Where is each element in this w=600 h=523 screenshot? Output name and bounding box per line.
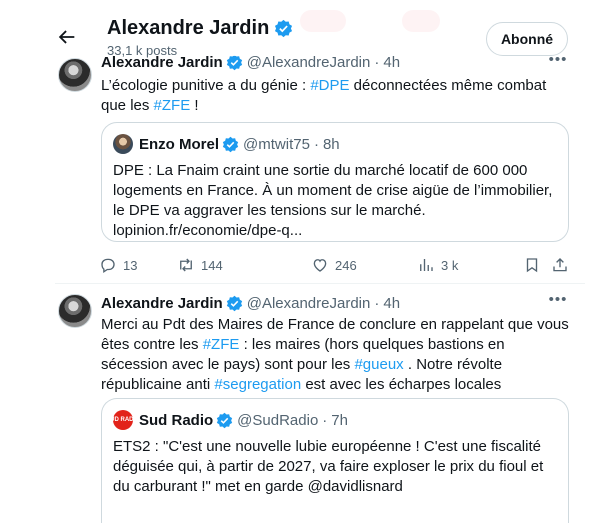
tweet-header: Alexandre Jardin @AlexandreJardin · 4h	[101, 293, 400, 313]
reply-button[interactable]: 13	[99, 255, 137, 275]
separator-dot: ·	[313, 135, 319, 153]
verified-badge-icon	[275, 19, 293, 38]
text-segment: !	[190, 97, 199, 114]
header-decoration	[300, 10, 346, 32]
avatar	[113, 134, 133, 154]
author-handle[interactable]: @AlexandreJardin	[247, 54, 371, 71]
verified-badge-icon	[226, 54, 242, 70]
quote-author-name: Enzo Morel	[139, 135, 220, 153]
bookmark-button[interactable]	[523, 255, 541, 275]
quote-timestamp: 8h	[322, 135, 340, 153]
author-name[interactable]: Alexandre Jardin	[101, 295, 223, 312]
hashtag-link[interactable]: #segregation	[214, 376, 301, 393]
quote-author-handle: @SudRadio	[237, 411, 319, 429]
avatar[interactable]	[58, 294, 92, 328]
reply-icon	[101, 258, 115, 274]
tweet-text: Merci au Pdt des Maires de France de con…	[101, 315, 571, 395]
tweet-text: L’écologie punitive a du génie : #DPE dé…	[101, 76, 571, 116]
like-button[interactable]: 246	[311, 255, 357, 275]
hashtag-link[interactable]: #DPE	[310, 77, 349, 94]
quote-author-name: Sud Radio	[139, 411, 214, 429]
views-count: 3 k	[441, 257, 459, 273]
divider	[55, 283, 585, 284]
quoted-tweet[interactable]: Enzo Morel @mtwit75 · 8h DPE : La Fnaim …	[101, 122, 569, 242]
quote-header: Enzo Morel @mtwit75 · 8h	[113, 134, 340, 154]
repost-icon	[180, 258, 192, 272]
avatar[interactable]	[58, 58, 92, 92]
post-count: 33,1 k posts	[107, 43, 178, 58]
more-horizontal-icon[interactable]: •••	[548, 292, 568, 313]
separator-dot: ·	[374, 53, 380, 71]
separator-dot: ·	[374, 294, 380, 312]
verified-badge-icon	[217, 412, 233, 428]
share-button[interactable]	[551, 255, 569, 275]
following-button[interactable]: Abonné	[486, 22, 568, 56]
text-segment: est avec les écharpes locales	[301, 376, 502, 393]
timestamp[interactable]: 4h	[383, 54, 400, 71]
author-handle[interactable]: @AlexandreJardin	[247, 295, 371, 312]
verified-badge-icon	[222, 136, 239, 152]
hashtag-link[interactable]: #ZFE	[203, 336, 240, 353]
repost-button[interactable]: 144	[177, 255, 223, 275]
text-segment: L’écologie punitive a du génie :	[101, 77, 311, 94]
tweet-actions: 13 144 246 3 k	[99, 255, 569, 275]
page-title: Alexandre Jardin	[107, 17, 297, 40]
arrow-left-icon[interactable]	[56, 26, 78, 48]
sud-radio-logo: SUD RADIO	[106, 410, 140, 430]
profile-header: Alexandre Jardin 33,1 k posts Abonné	[0, 0, 600, 58]
quote-text: ETS2 : "C'est une nouvelle lubie europée…	[113, 438, 544, 495]
reply-count: 13	[123, 257, 138, 273]
quote-header: SUD RADIO Sud Radio @SudRadio · 7h	[106, 410, 348, 430]
quote-text: DPE : La Fnaim craint une sortie du marc…	[113, 162, 553, 239]
analytics-icon	[420, 259, 433, 271]
share-icon	[553, 258, 567, 272]
header-decoration	[402, 10, 440, 32]
hashtag-link[interactable]: #gueux	[354, 356, 403, 373]
heart-icon	[313, 259, 327, 272]
quote-timestamp: 7h	[331, 411, 348, 429]
like-count: 246	[335, 257, 357, 273]
quoted-tweet[interactable]: SUD RADIO Sud Radio @SudRadio · 7h ETS2 …	[101, 398, 569, 523]
timestamp[interactable]: 4h	[383, 295, 400, 312]
more-horizontal-icon[interactable]: •••	[548, 52, 568, 73]
bookmark-icon	[526, 258, 538, 273]
views-button[interactable]: 3 k	[417, 255, 458, 275]
verified-badge-icon	[226, 295, 242, 311]
profile-name: Alexandre Jardin	[107, 17, 270, 39]
hashtag-link[interactable]: #ZFE	[154, 97, 191, 114]
quote-author-handle: @mtwit75	[243, 135, 310, 153]
separator-dot: ·	[322, 411, 328, 429]
repost-count: 144	[201, 257, 223, 273]
